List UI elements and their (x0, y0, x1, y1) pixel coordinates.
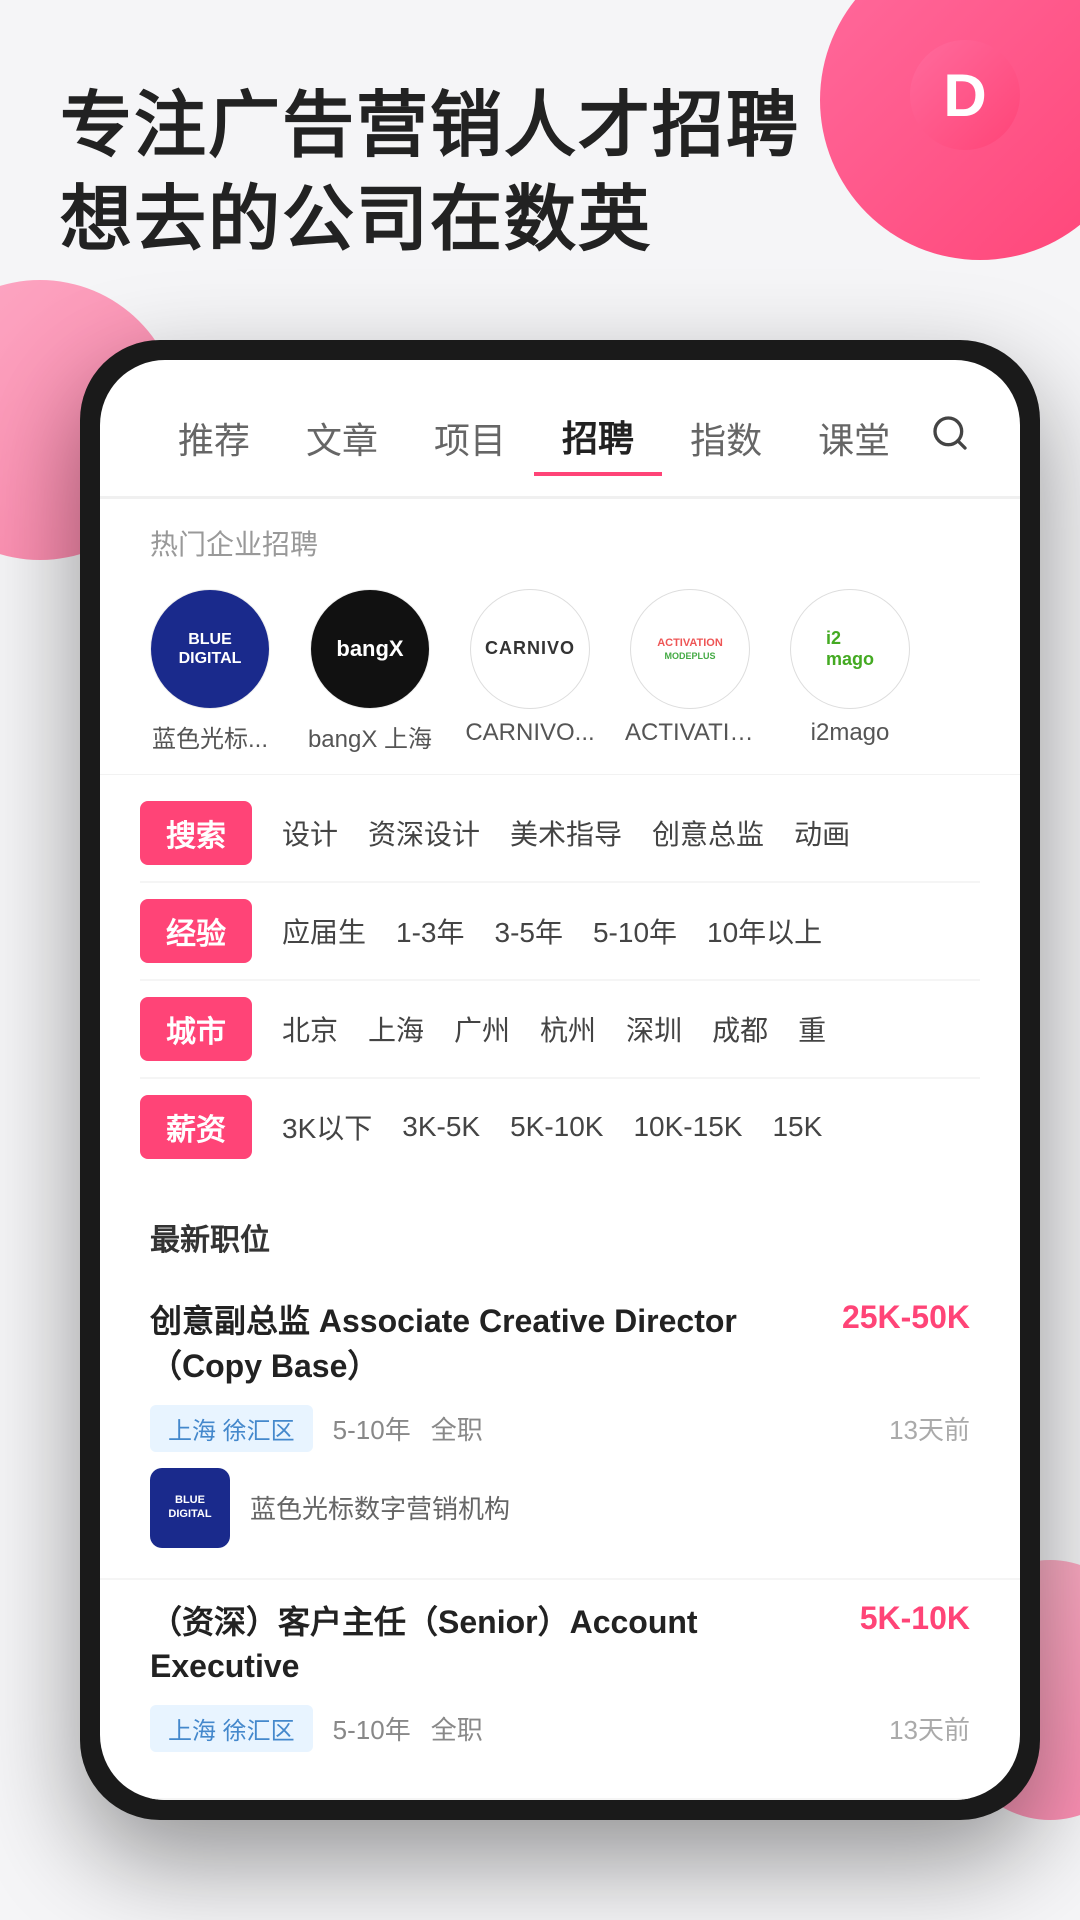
hot-companies-label: 热门企业招聘 (100, 499, 1020, 579)
job-card-2[interactable]: （资深）客户主任（Senior）Account Executive 5K-10K… (100, 1580, 1020, 1800)
filter-option-art-director[interactable]: 美术指导 (510, 813, 622, 853)
filter-option-10k-15k[interactable]: 10K-15K (633, 1111, 742, 1143)
filter-option-5-10[interactable]: 5-10年 (593, 911, 677, 951)
nav-item-recommend[interactable]: 推荐 (150, 402, 278, 474)
job-salary-1: 25K-50K (842, 1299, 970, 1336)
filter-option-shenzhen[interactable]: 深圳 (626, 1009, 682, 1049)
filter-option-10plus[interactable]: 10年以上 (707, 911, 822, 951)
company-logo-carnivo: CARNIVO (470, 589, 590, 709)
company-logos-row: BLUEDIGITAL 蓝色光标... bangX bangX 上海 CARNI… (100, 579, 1020, 774)
phone-frame: 推荐 文章 项目 招聘 指数 课堂 热门企业招聘 (80, 340, 1040, 1820)
filter-option-3-5[interactable]: 3-5年 (495, 911, 563, 951)
job-experience-1: 5-10年 (333, 1410, 411, 1447)
job-location-1: 上海 徐汇区 (150, 1405, 313, 1452)
job-company-row-1: BLUEDIGITAL 蓝色光标数字营销机构 (150, 1468, 970, 1548)
filter-option-1-3[interactable]: 1-3年 (396, 911, 464, 951)
company-logo-small-1: BLUEDIGITAL (150, 1468, 230, 1548)
filter-option-design[interactable]: 设计 (282, 813, 338, 853)
nav-bar: 推荐 文章 项目 招聘 指数 课堂 (100, 360, 1020, 499)
company-name-blue-digital: 蓝色光标... (145, 719, 275, 754)
hero-title: 专注广告营销人才招聘 想去的公司在数英 (60, 80, 880, 267)
job-experience-2: 5-10年 (333, 1710, 411, 1747)
job-type-1: 全职 (431, 1410, 483, 1447)
hero-section: 专注广告营销人才招聘 想去的公司在数英 (60, 80, 880, 267)
company-item-imago[interactable]: i2mago i2mago (780, 589, 920, 754)
nav-item-index[interactable]: 指数 (662, 402, 790, 474)
nav-item-course[interactable]: 课堂 (790, 402, 918, 474)
company-name-carnivo: CARNIVO... (465, 719, 595, 747)
filter-row-experience: 经验 应届生 1-3年 3-5年 5-10年 10年以上 (100, 883, 1020, 979)
job-title-row-2: （资深）客户主任（Senior）Account Executive 5K-10K (150, 1600, 970, 1690)
filter-tag-city[interactable]: 城市 (140, 997, 252, 1061)
job-time-1: 13天前 (889, 1410, 970, 1447)
filter-option-chongqing[interactable]: 重 (798, 1009, 826, 1049)
company-item-bangx[interactable]: bangX bangX 上海 (300, 589, 440, 754)
company-name-imago: i2mago (785, 719, 915, 747)
phone-container: 推荐 文章 项目 招聘 指数 课堂 热门企业招聘 (80, 340, 1080, 1860)
filter-option-shanghai[interactable]: 上海 (368, 1009, 424, 1049)
filter-option-5k-10k[interactable]: 5K-10K (510, 1111, 603, 1143)
company-logo-imago: i2mago (790, 589, 910, 709)
search-icon[interactable] (930, 413, 970, 463)
filter-row-salary: 薪资 3K以下 3K-5K 5K-10K 10K-15K 15K (100, 1079, 1020, 1175)
nav-item-project[interactable]: 项目 (406, 402, 534, 474)
filter-option-senior-design[interactable]: 资深设计 (368, 813, 480, 853)
filter-option-fresh[interactable]: 应届生 (282, 911, 366, 951)
latest-jobs-label: 最新职位 (100, 1185, 1020, 1279)
filter-option-3k-below[interactable]: 3K以下 (282, 1107, 372, 1147)
filter-option-creative-director[interactable]: 创意总监 (652, 813, 764, 853)
hero-line1: 专注广告营销人才招聘 (60, 80, 880, 174)
filter-tag-experience[interactable]: 经验 (140, 899, 252, 963)
filter-row-city: 城市 北京 上海 广州 杭州 深圳 成都 重 (100, 981, 1020, 1077)
filter-option-hangzhou[interactable]: 杭州 (540, 1009, 596, 1049)
filter-option-15k[interactable]: 15K (772, 1111, 822, 1143)
nav-item-article[interactable]: 文章 (278, 402, 406, 474)
company-item-activation[interactable]: ACTIVATION MODEPLUS ACTIVATIO... (620, 589, 760, 754)
filter-tag-search[interactable]: 搜索 (140, 801, 252, 865)
job-card-1[interactable]: 创意副总监 Associate Creative Director（Copy B… (100, 1279, 1020, 1580)
company-logo-blue-digital: BLUEDIGITAL (150, 589, 270, 709)
filter-row-search: 搜索 设计 资深设计 美术指导 创意总监 动画 (100, 785, 1020, 881)
filter-option-guangzhou[interactable]: 广州 (454, 1009, 510, 1049)
company-item-blue-digital[interactable]: BLUEDIGITAL 蓝色光标... (140, 589, 280, 754)
company-item-carnivo[interactable]: CARNIVO CARNIVO... (460, 589, 600, 754)
nav-item-recruit[interactable]: 招聘 (534, 400, 662, 476)
filter-section: 搜索 设计 资深设计 美术指导 创意总监 动画 经验 应届生 1-3年 3-5年… (100, 774, 1020, 1185)
job-meta-2: 上海 徐汇区 5-10年 全职 13天前 (150, 1705, 970, 1752)
company-name-bangx: bangX 上海 (305, 719, 435, 754)
job-meta-1: 上海 徐汇区 5-10年 全职 13天前 (150, 1405, 970, 1452)
company-logo-activation: ACTIVATION MODEPLUS (630, 589, 750, 709)
job-title-row-1: 创意副总监 Associate Creative Director（Copy B… (150, 1299, 970, 1389)
job-company-name-1: 蓝色光标数字营销机构 (250, 1489, 510, 1526)
job-location-2: 上海 徐汇区 (150, 1705, 313, 1752)
company-logo-bangx: bangX (310, 589, 430, 709)
phone-screen: 推荐 文章 项目 招聘 指数 课堂 热门企业招聘 (100, 360, 1020, 1800)
job-salary-2: 5K-10K (860, 1600, 970, 1637)
app-icon-letter: D (943, 61, 986, 130)
job-time-2: 13天前 (889, 1710, 970, 1747)
company-name-activation: ACTIVATIO... (625, 719, 755, 747)
filter-option-beijing[interactable]: 北京 (282, 1009, 338, 1049)
job-title-2: （资深）客户主任（Senior）Account Executive (150, 1600, 860, 1690)
job-title-1: 创意副总监 Associate Creative Director（Copy B… (150, 1299, 842, 1389)
filter-option-chengdu[interactable]: 成都 (712, 1009, 768, 1049)
hero-line2: 想去的公司在数英 (60, 174, 880, 268)
filter-option-animation[interactable]: 动画 (794, 813, 850, 853)
filter-option-3k-5k[interactable]: 3K-5K (402, 1111, 480, 1143)
filter-tag-salary[interactable]: 薪资 (140, 1095, 252, 1159)
app-icon[interactable]: D (910, 40, 1020, 150)
job-type-2: 全职 (431, 1710, 483, 1747)
